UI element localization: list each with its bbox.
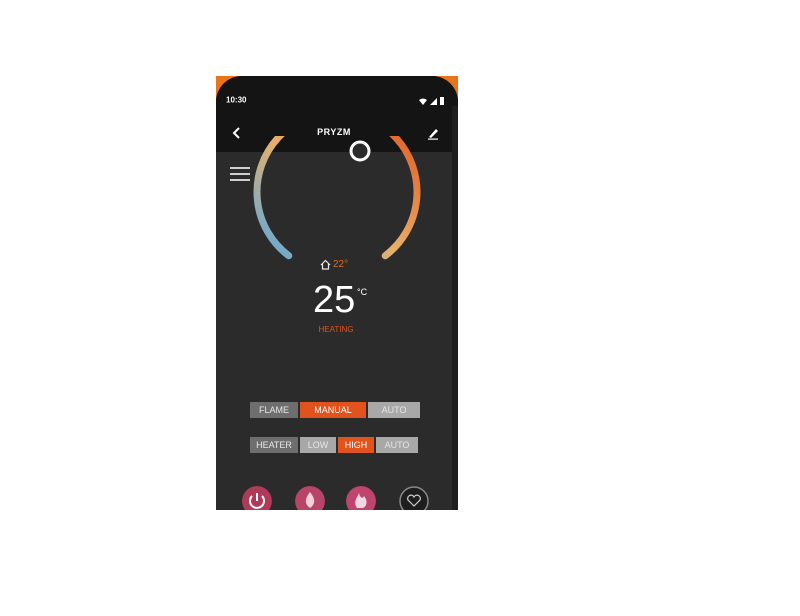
app-screen: 10:30 PRYZM FLAME MANUAL AUTO HEATER LOW… (216, 76, 458, 510)
temperature-arc (253, 136, 421, 260)
status-time: 10:30 (226, 95, 247, 105)
flame-manual-button[interactable]: MANUAL (300, 402, 366, 418)
signal-icon (430, 97, 437, 105)
heater-high-button[interactable]: HIGH (338, 437, 374, 453)
dial-handle[interactable] (349, 140, 371, 162)
status-icons (419, 96, 444, 106)
flame-label: FLAME (250, 402, 298, 418)
power-mode-button[interactable] (242, 486, 272, 510)
heater-control: HEATER LOW HIGH AUTO (250, 437, 418, 453)
heater-low-button[interactable]: LOW (300, 437, 336, 453)
home-icon (320, 259, 331, 270)
battery-icon (440, 97, 444, 105)
wifi-icon (419, 98, 427, 105)
flame-mode-button[interactable] (295, 486, 325, 510)
heart-mode-button[interactable] (399, 486, 429, 510)
heating-status: HEATING (318, 325, 354, 334)
flame-auto-button[interactable]: AUTO (368, 402, 420, 418)
phone-frame: 10:30 PRYZM FLAME MANUAL AUTO HEATER LOW… (216, 76, 458, 510)
heater-label: HEATER (250, 437, 298, 453)
room-temperature: 22° (320, 259, 348, 270)
set-temperature: 25 (313, 279, 356, 321)
flame-control: FLAME MANUAL AUTO (250, 402, 420, 418)
status-bar: 10:30 (216, 76, 458, 106)
fire-mode-button[interactable] (346, 486, 376, 510)
heater-auto-button[interactable]: AUTO (376, 437, 418, 453)
temperature-unit: °C (357, 287, 368, 297)
room-temp-value: 22° (333, 259, 349, 270)
